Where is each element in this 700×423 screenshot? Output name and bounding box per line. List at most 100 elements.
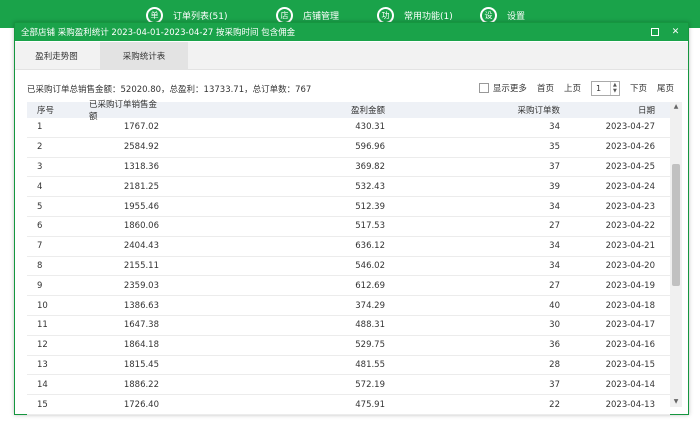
cell-date: 2023-04-24 xyxy=(605,181,655,192)
cell-sales: 1815.45 xyxy=(123,359,159,370)
table-row[interactable]: 5 1955.46 512.39 34 2023-04-23 xyxy=(27,197,670,217)
cell-profit: 546.02 xyxy=(355,260,385,271)
cell-profit: 596.96 xyxy=(355,142,385,153)
cell-profit: 529.75 xyxy=(355,340,385,351)
scroll-down-icon[interactable]: ▼ xyxy=(670,397,682,407)
table-header: 序号 已采购订单销售金额 盈利金额 采购订单数 日期 xyxy=(27,100,670,122)
table-row[interactable]: 9 2359.03 612.69 27 2023-04-19 xyxy=(27,276,670,297)
table-row[interactable]: 12 1864.18 529.75 36 2023-04-16 xyxy=(27,336,670,356)
cell-sales: 1767.02 xyxy=(123,122,159,133)
tab-purchase-stats[interactable]: 采购统计表 xyxy=(100,42,188,69)
header-sales: 已采购订单销售金额 xyxy=(89,100,158,122)
cell-index: 15 xyxy=(37,399,48,410)
cell-order-count: 27 xyxy=(549,280,560,291)
cell-sales: 1886.22 xyxy=(123,379,159,390)
cell-index: 9 xyxy=(37,280,43,291)
cell-date: 2023-04-15 xyxy=(605,359,655,370)
cell-date: 2023-04-20 xyxy=(605,260,655,271)
scroll-thumb[interactable] xyxy=(672,164,680,286)
cell-index: 11 xyxy=(37,320,48,331)
cell-sales: 1864.18 xyxy=(123,340,159,351)
table-row[interactable]: 4 2181.25 532.43 39 2023-04-24 xyxy=(27,177,670,198)
cell-order-count: 34 xyxy=(549,201,560,212)
close-button[interactable]: ✕ xyxy=(669,26,682,39)
nav-label-settings: 设置 xyxy=(507,11,526,22)
cell-profit: 512.39 xyxy=(355,201,385,212)
table-row[interactable]: 10 1386.63 374.29 40 2023-04-18 xyxy=(27,296,670,316)
table-row[interactable]: 3 1318.36 369.82 37 2023-04-25 xyxy=(27,158,670,178)
cell-sales: 1726.40 xyxy=(123,399,159,410)
scroll-up-icon[interactable]: ▲ xyxy=(670,102,682,112)
functions-icon: 功 xyxy=(377,6,394,24)
cell-order-count: 34 xyxy=(549,241,560,252)
cell-date: 2023-04-17 xyxy=(605,320,655,331)
profit-stats-dialog: 全部店铺 采购盈利统计 2023-04-01-2023-04-27 按采购时间 … xyxy=(14,22,689,415)
page-number-input[interactable]: 1 ▲ ▼ xyxy=(590,80,620,96)
table-body: 1 1767.02 430.31 34 2023-04-27 2 2584.92 596.96… xyxy=(27,118,670,415)
table-row[interactable]: 15 1726.40 475.91 22 2023-04-13 xyxy=(27,395,670,415)
cell-sales: 1647.38 xyxy=(123,320,159,331)
header-date: 日期 xyxy=(637,106,655,116)
cell-sales: 1386.63 xyxy=(123,300,159,311)
cell-profit: 369.82 xyxy=(355,161,385,172)
table-scrollbar[interactable]: ▲ ▼ xyxy=(670,102,682,407)
cell-sales: 1860.06 xyxy=(123,221,159,232)
table-row[interactable]: 8 2155.11 546.02 34 2023-04-20 xyxy=(27,257,670,277)
table-row[interactable]: 13 1815.45 481.55 28 2023-04-15 xyxy=(27,356,670,376)
maximize-icon xyxy=(650,28,659,36)
cell-index: 8 xyxy=(37,260,43,271)
close-icon: ✕ xyxy=(671,27,680,37)
cell-date: 2023-04-19 xyxy=(605,280,655,291)
cell-index: 13 xyxy=(37,359,48,370)
cell-index: 4 xyxy=(37,181,43,192)
cell-order-count: 35 xyxy=(549,142,560,153)
table-row[interactable]: 2 2584.92 596.96 35 2023-04-26 xyxy=(27,138,670,158)
cell-order-count: 37 xyxy=(549,379,560,390)
first-page-link[interactable]: 首页 xyxy=(537,82,554,94)
cell-profit: 517.53 xyxy=(355,221,385,232)
cell-sales: 2404.43 xyxy=(123,241,159,252)
tab-bar: 盈利走势图 采购统计表 xyxy=(15,42,688,70)
spinner-down-icon[interactable]: ▼ xyxy=(611,88,619,95)
cell-index: 12 xyxy=(37,340,48,351)
cell-profit: 475.91 xyxy=(355,399,385,410)
orders-icon: 单 xyxy=(146,6,163,24)
next-page-link[interactable]: 下页 xyxy=(630,82,647,94)
cell-sales: 1318.36 xyxy=(123,161,159,172)
cell-order-count: 39 xyxy=(549,181,560,192)
stats-table: 序号 已采购订单销售金额 盈利金额 采购订单数 日期 1 1767.02 430.3… xyxy=(27,100,670,415)
cell-sales: 2181.25 xyxy=(123,181,159,192)
header-profit: 盈利金额 xyxy=(350,106,385,116)
maximize-button[interactable] xyxy=(648,26,661,39)
header-index: 序号 xyxy=(37,106,55,116)
summary-text: 已采购订单总销售金额：52020.80，总盈利：13733.71，总订单数：76… xyxy=(27,85,312,95)
table-row[interactable]: 6 1860.06 517.53 27 2023-04-22 xyxy=(27,217,670,237)
show-more-label[interactable]: 显示更多 xyxy=(493,82,527,94)
prev-page-link[interactable]: 上页 xyxy=(564,82,581,94)
show-more-checkbox[interactable] xyxy=(478,83,489,93)
nav-label-orders: 订单列表(51) xyxy=(173,11,228,22)
cell-order-count: 36 xyxy=(549,340,560,351)
cell-date: 2023-04-26 xyxy=(605,142,655,153)
settings-icon: 设 xyxy=(480,6,497,24)
last-page-link[interactable]: 尾页 xyxy=(657,82,674,94)
cell-profit: 572.19 xyxy=(355,379,385,390)
cell-index: 3 xyxy=(37,161,43,172)
cell-profit: 488.31 xyxy=(355,320,385,331)
cell-profit: 374.29 xyxy=(355,300,385,311)
shop-icon: 店 xyxy=(276,6,293,24)
cell-date: 2023-04-25 xyxy=(605,161,655,172)
nav-label-shops: 店铺管理 xyxy=(303,11,340,22)
cell-profit: 481.55 xyxy=(355,359,385,370)
cell-profit: 636.12 xyxy=(355,241,385,252)
cell-index: 2 xyxy=(37,142,43,153)
cell-date: 2023-04-23 xyxy=(605,201,655,212)
cell-date: 2023-04-16 xyxy=(605,340,655,351)
cell-profit: 430.31 xyxy=(355,122,385,133)
table-row[interactable]: 7 2404.43 636.12 34 2023-04-21 xyxy=(27,237,670,257)
table-row[interactable]: 11 1647.38 488.31 30 2023-04-17 xyxy=(27,316,670,336)
tab-profit-trend[interactable]: 盈利走势图 xyxy=(15,42,98,69)
table-row[interactable]: 14 1886.22 572.19 37 2023-04-14 xyxy=(27,375,670,396)
dialog-titlebar: 全部店铺 采购盈利统计 2023-04-01-2023-04-27 按采购时间 … xyxy=(15,23,688,41)
page-spinner[interactable]: ▲ ▼ xyxy=(609,81,619,95)
